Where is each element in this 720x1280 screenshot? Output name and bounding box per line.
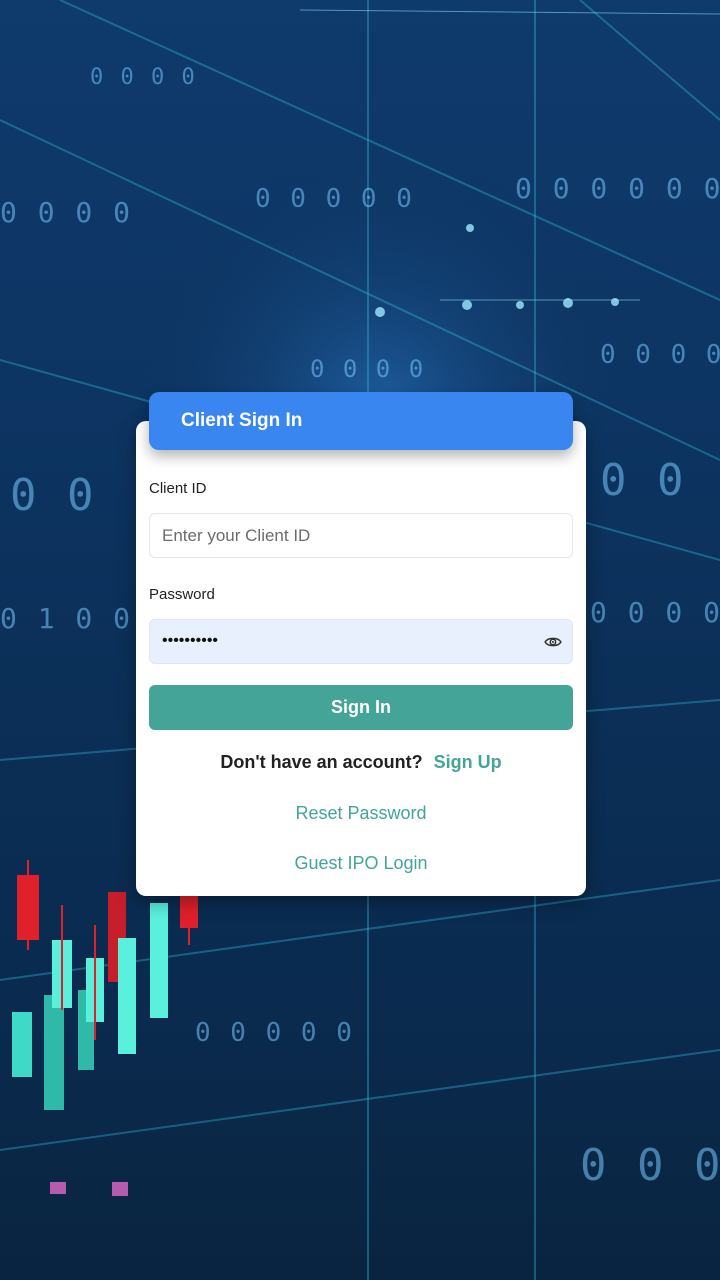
bg-digits: 0 0: [600, 455, 686, 506]
bg-digits: 0 0: [10, 470, 96, 521]
reset-password-row: Reset Password: [136, 803, 586, 824]
client-id-input[interactable]: [149, 513, 573, 558]
password-label: Password: [149, 586, 215, 603]
login-screen: 0 0 0 0 0 0 0 0 0 0 0 0 0 0 0 0 0 0 0 0 …: [0, 0, 720, 1280]
guest-ipo-row: Guest IPO Login: [136, 853, 586, 874]
bg-digits: 0 0 0 0: [0, 196, 133, 229]
bg-digits: 0 0 0 0: [580, 1140, 720, 1191]
password-input[interactable]: ••••••••••: [149, 619, 573, 664]
card-header: Client Sign In: [149, 392, 573, 450]
bg-digits: 0 0 0 0 0: [590, 596, 720, 629]
bg-digits: 0 0 0 0 0: [195, 1018, 354, 1048]
bg-digits: 0 0 0 0 0 0 0: [600, 340, 720, 370]
sign-up-link[interactable]: Sign Up: [434, 752, 502, 772]
bg-digits: 0 0 0 0 0 0 0: [515, 172, 720, 205]
eye-icon[interactable]: [544, 633, 562, 651]
reset-password-link[interactable]: Reset Password: [295, 803, 426, 823]
bg-digits: 0 0 0 0 0: [255, 184, 414, 214]
bg-digits: 0 0 0 0: [310, 355, 426, 383]
password-value: ••••••••••: [162, 632, 219, 649]
guest-ipo-login-link[interactable]: Guest IPO Login: [294, 853, 427, 873]
no-account-text: Don't have an account?: [220, 752, 423, 772]
sign-in-button[interactable]: Sign In: [149, 685, 573, 730]
signup-row: Don't have an account? Sign Up: [136, 752, 586, 773]
bg-digits: 0 0 0 0: [90, 65, 197, 90]
client-id-label: Client ID: [149, 480, 207, 497]
